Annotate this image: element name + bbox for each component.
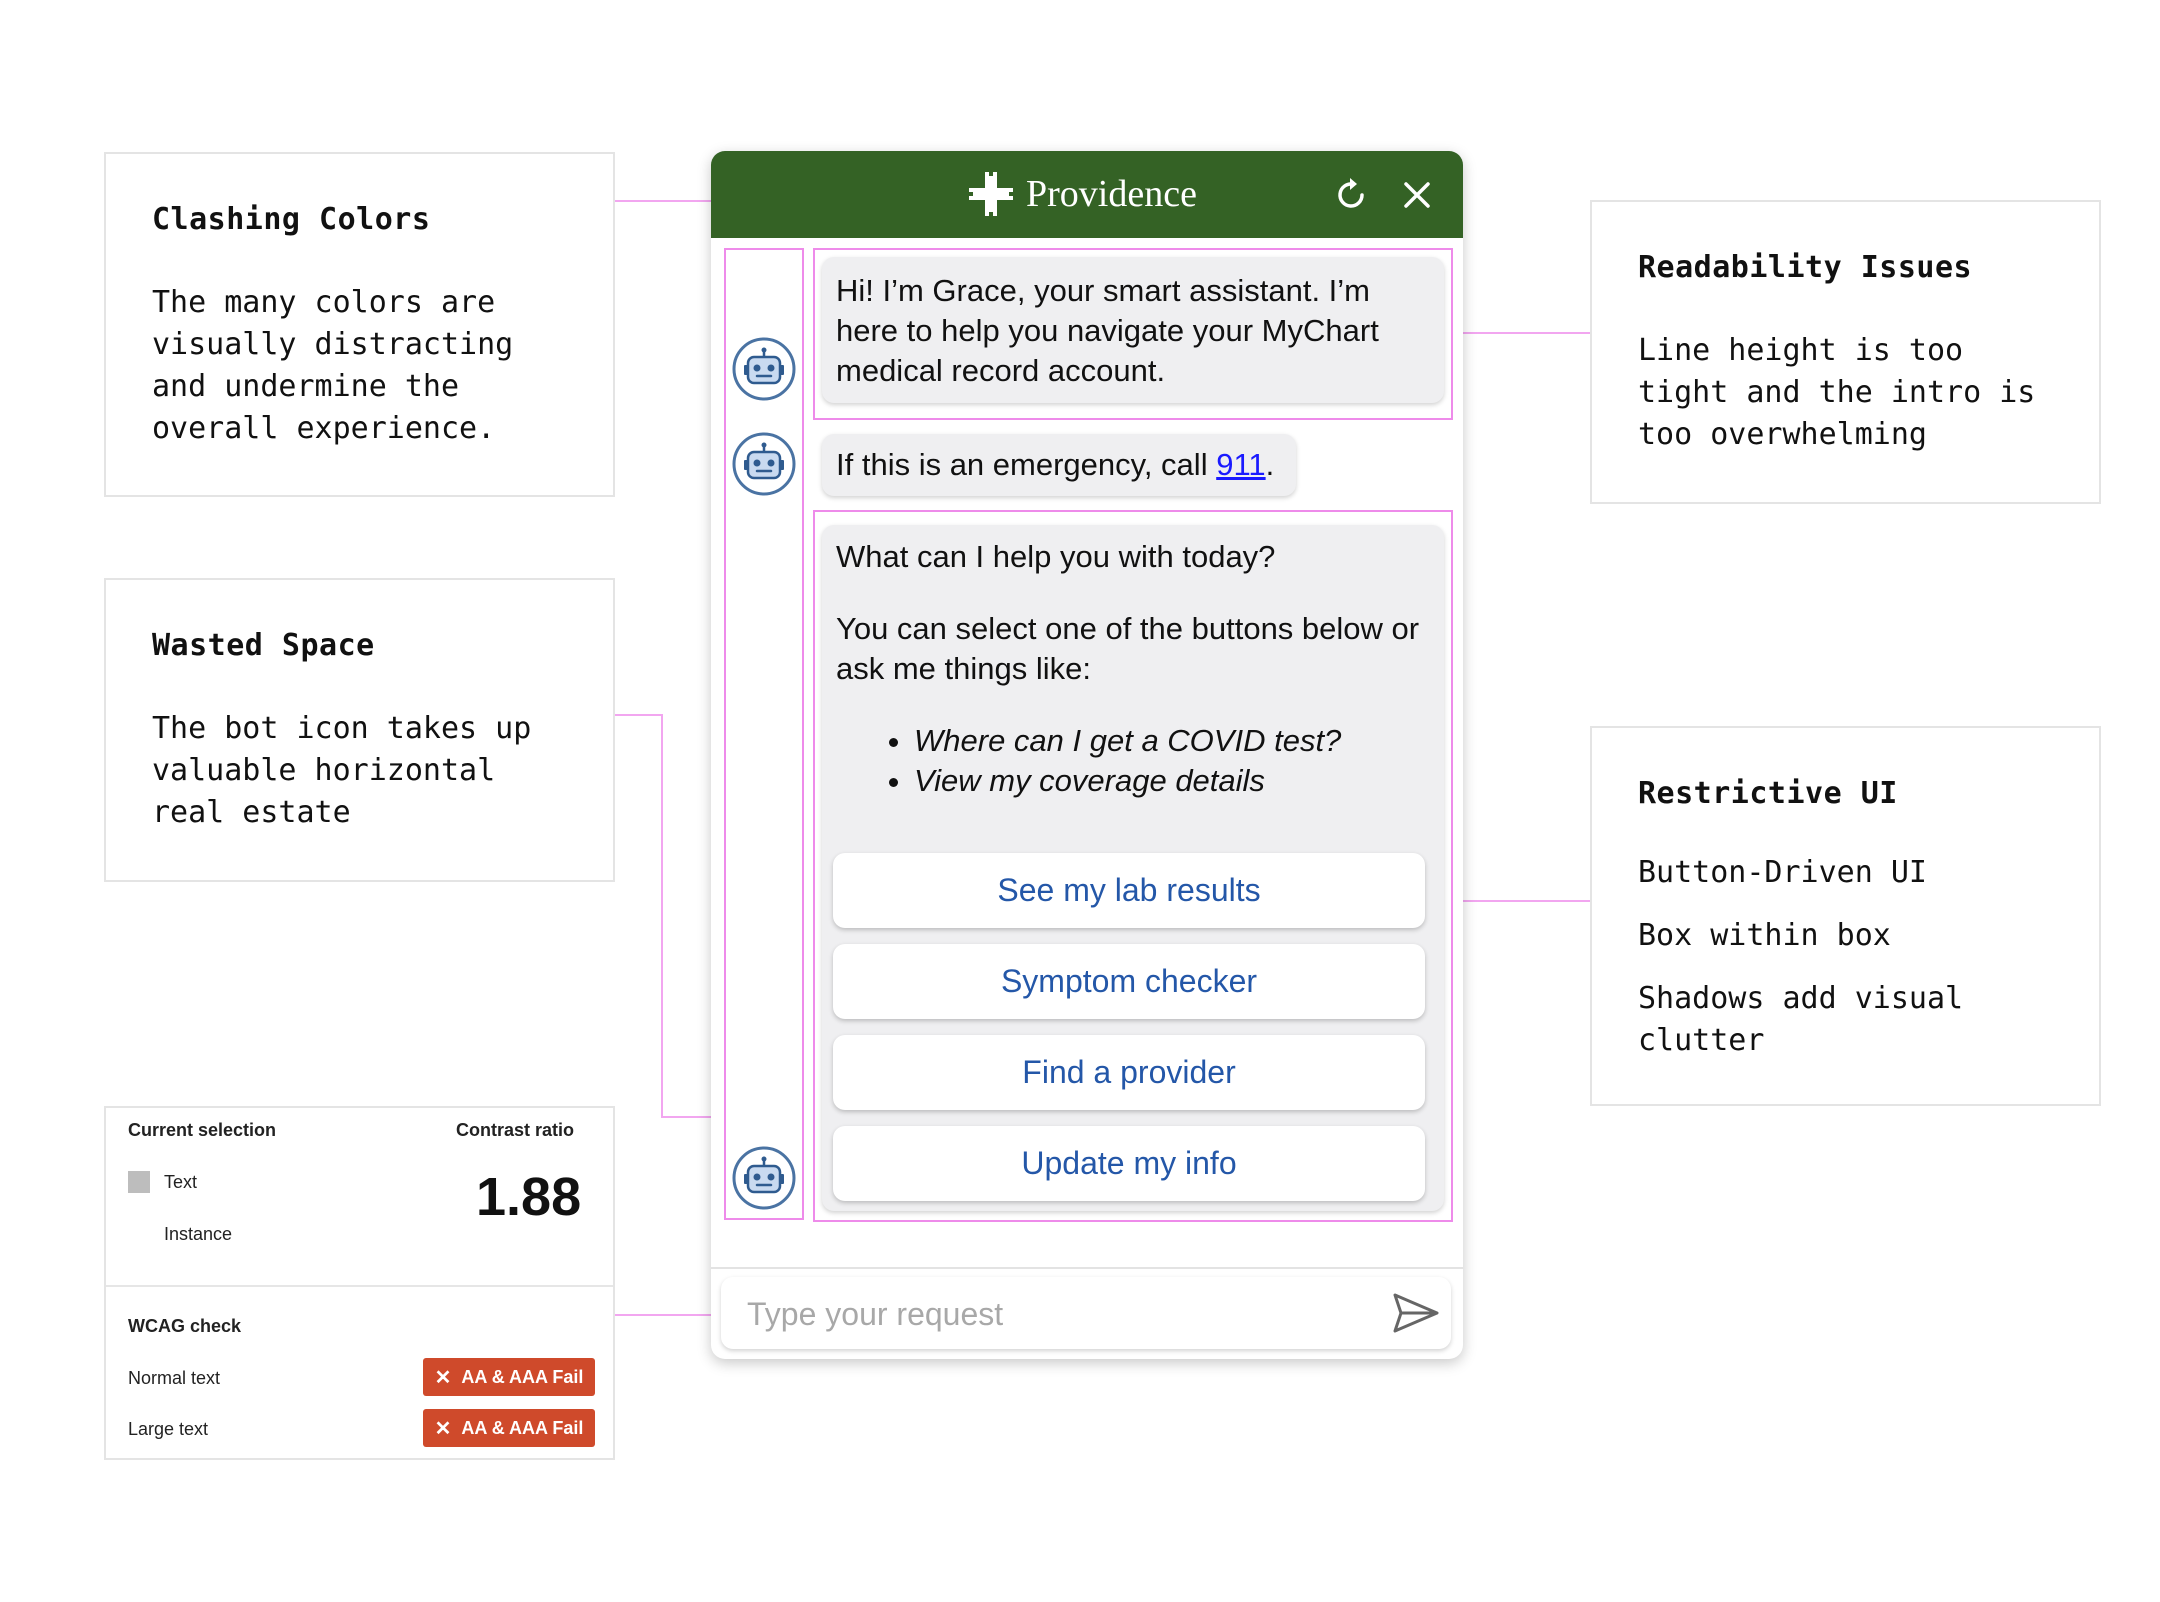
annotation-clashing-colors: Clashing Colors The many colors are visu…: [104, 152, 615, 497]
current-selection-label: Current selection: [128, 1120, 277, 1140]
annotation-restrictive-ui: Restrictive UI Button-Driven UI Box with…: [1590, 726, 2101, 1106]
panel-divider: [106, 1285, 613, 1287]
instance-label: Instance: [164, 1224, 233, 1244]
color-swatch: [128, 1171, 150, 1193]
message-intro-text: Hi! I’m Grace, your smart assistant. I’m…: [836, 273, 1379, 388]
fail-badge-label: AA & AAA Fail: [461, 1366, 584, 1387]
send-icon[interactable]: [1391, 1289, 1441, 1337]
contrast-ratio-label: Contrast ratio: [456, 1120, 575, 1140]
footer-divider: [711, 1267, 1463, 1269]
annotation-point: Button-Driven UI: [1638, 855, 1927, 890]
connector-wasted-v: [661, 714, 663, 1118]
bot-avatar-icon: [732, 337, 796, 401]
annotation-title: Clashing Colors: [152, 202, 431, 237]
contrast-ratio-value: 1.88: [476, 1167, 582, 1227]
lab-results-button[interactable]: See my lab results: [833, 853, 1425, 928]
annotation-body: Line height is too tight and the intro i…: [1638, 333, 2036, 452]
chat-widget: Providence Hi! I’m Grace, your smart ass…: [711, 151, 1463, 1359]
annotation-title: Restrictive UI: [1638, 776, 1898, 811]
request-input-container: [721, 1277, 1451, 1351]
help-text: You can select one of the buttons below …: [836, 611, 1420, 686]
normal-text-label: Normal text: [128, 1368, 221, 1388]
help-question: What can I help you with today?: [836, 539, 1276, 574]
bot-avatar-icon: [732, 432, 796, 496]
x-icon: ✕: [434, 1417, 452, 1440]
bot-avatar-icon: [732, 1146, 796, 1210]
brand-name: Providence: [1026, 173, 1197, 215]
example-list: Where can I get a COVID test? View my co…: [836, 721, 1430, 801]
symptom-checker-button[interactable]: Symptom checker: [833, 944, 1425, 1019]
connector-clashing: [615, 200, 711, 202]
message-intro: Hi! I’m Grace, your smart assistant. I’m…: [822, 257, 1444, 403]
emergency-911-link[interactable]: 911: [1216, 447, 1265, 482]
wcag-check-label: WCAG check: [128, 1316, 242, 1336]
annotation-wasted-space: Wasted Space The bot icon takes up valua…: [104, 578, 615, 882]
text-label: Text: [164, 1172, 198, 1192]
message-emergency: If this is an emergency, call 911.: [822, 434, 1296, 496]
large-text-fail-badge: ✕ AA & AAA Fail: [423, 1409, 595, 1447]
contrast-checker-panel: Current selection Contrast ratio Text In…: [104, 1106, 615, 1460]
annotation-title: Wasted Space: [152, 628, 375, 663]
close-icon[interactable]: [1397, 175, 1437, 215]
emergency-suffix: .: [1265, 447, 1275, 482]
annotation-title: Readability Issues: [1638, 250, 1973, 285]
normal-text-fail-badge: ✕ AA & AAA Fail: [423, 1358, 595, 1396]
refresh-icon[interactable]: [1331, 175, 1371, 215]
annotation-point: Shadows add visual clutter: [1638, 981, 1964, 1058]
annotation-point: Box within box: [1638, 918, 1891, 953]
emergency-text: If this is an emergency, call: [836, 447, 1217, 482]
fail-badge-label: AA & AAA Fail: [461, 1417, 584, 1438]
annotation-readability-issues: Readability Issues Line height is too ti…: [1590, 200, 2101, 504]
find-provider-button[interactable]: Find a provider: [833, 1035, 1425, 1110]
large-text-label: Large text: [128, 1419, 209, 1439]
x-icon: ✕: [434, 1366, 452, 1389]
annotation-body: The bot icon takes up valuable horizonta…: [152, 711, 532, 830]
example-item: View my coverage details: [914, 761, 1430, 801]
request-input[interactable]: [745, 1277, 1369, 1351]
brand-logo: Providence: [968, 171, 1197, 217]
chat-header: Providence: [711, 151, 1463, 238]
providence-cross-icon: [969, 172, 1013, 216]
example-item: Where can I get a COVID test?: [914, 721, 1430, 761]
annotation-body: The many colors are visually distracting…: [152, 285, 514, 446]
update-info-button[interactable]: Update my info: [833, 1126, 1425, 1201]
connector-wasted-h1: [615, 714, 663, 716]
